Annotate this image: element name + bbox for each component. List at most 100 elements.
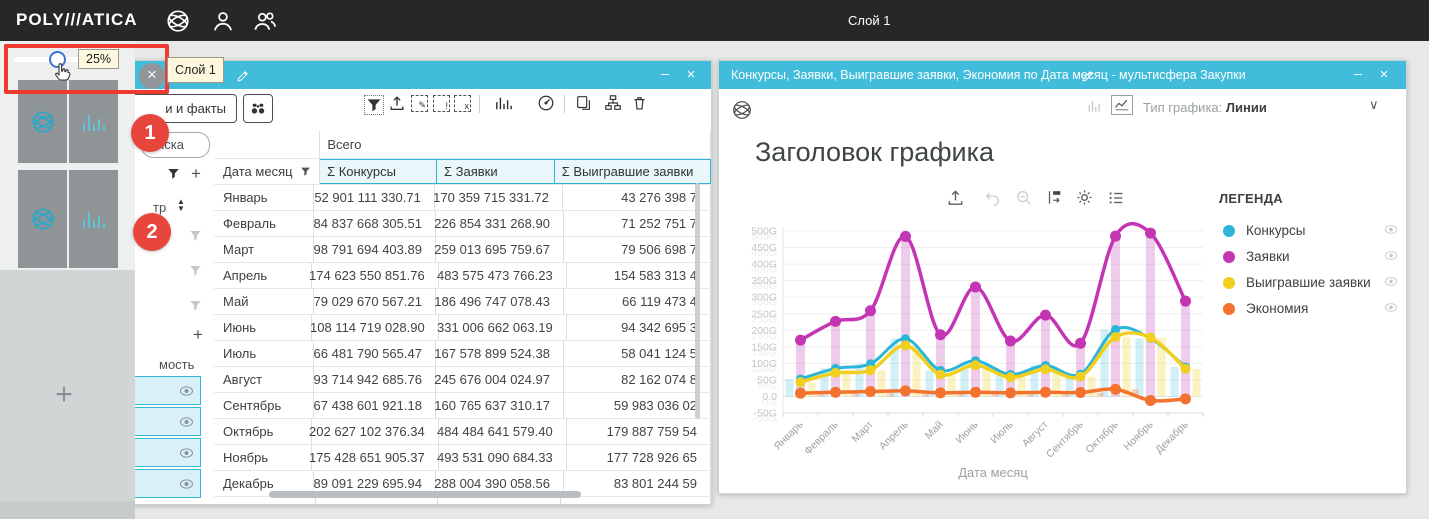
chart-title[interactable]: Заголовок графика [755,137,994,168]
value-cell[interactable]: 226 854 331 268.90 [436,211,564,236]
table-row[interactable]: Июнь108 114 719 028.90331 006 662 063.19… [214,315,711,341]
minimize-button[interactable]: – [1350,65,1366,81]
undo-icon[interactable] [983,189,1001,207]
column-header[interactable]: Σ Конкурсы [320,159,437,184]
row-label-cell[interactable]: Апрель [214,263,312,288]
add-layer-panel[interactable]: + [0,270,135,501]
data-point[interactable] [1111,332,1121,342]
legend-item[interactable]: Экономия [1223,299,1398,319]
eye-icon[interactable] [1384,302,1398,313]
table-row[interactable]: Июль66 481 790 565.47167 578 899 524.385… [214,341,711,367]
data-point[interactable] [865,386,876,397]
data-point[interactable] [1145,395,1156,406]
data-point[interactable] [830,316,841,327]
data-point[interactable] [901,340,911,350]
trash-icon[interactable] [631,94,648,112]
data-point[interactable] [1040,310,1051,321]
value-cell[interactable]: 71 252 751 7 [564,211,711,236]
horizontal-scrollbar[interactable] [269,491,581,498]
row-label-cell[interactable]: Ноябрь [214,445,312,470]
value-cell[interactable]: 67 438 601 921.18 [314,393,436,418]
table-row[interactable]: Май79 029 670 567.21186 496 747 078.4366… [214,289,711,315]
row-label-cell[interactable]: Май [214,289,314,314]
table-total-row[interactable]: Всего1 293 080 733 0303 497 347 288 4431… [214,497,711,504]
data-point[interactable] [1146,333,1156,343]
data-point[interactable] [1075,387,1086,398]
table-row[interactable]: Февраль84 837 668 305.51226 854 331 268.… [214,211,711,237]
value-cell[interactable]: 108 114 719 028.90 [312,315,439,340]
gear-icon[interactable] [1075,188,1094,207]
value-cell[interactable]: 93 714 942 685.76 [314,367,436,392]
binoculars-search-button[interactable] [243,94,273,123]
data-point[interactable] [1040,387,1051,398]
table-row[interactable]: Апрель174 623 550 851.76483 575 473 766.… [214,263,711,289]
filter-slot-icon[interactable] [189,299,202,312]
rename-pencil-icon[interactable] [1081,69,1096,84]
add-dimension-icon[interactable]: + [191,164,201,184]
table-row[interactable]: Октябрь202 627 102 376.34484 484 641 579… [214,419,711,445]
data-point[interactable] [1041,364,1051,374]
value-cell[interactable]: 59 983 036 02 [564,393,711,418]
data-point[interactable] [1076,372,1086,382]
data-point[interactable] [796,377,806,387]
layer-thumbnail-2[interactable] [18,170,118,268]
chart-canvas[interactable]: 500G500G450G450G400G400G350G350G300G300G… [741,213,1211,491]
value-cell[interactable]: 160 765 637 310.17 [436,393,564,418]
eye-icon[interactable] [1384,276,1398,287]
important-mark-icon[interactable]: ! [433,95,450,112]
value-cell[interactable]: 154 583 313 4 [567,263,711,288]
add-layer-button[interactable]: + [34,378,94,412]
gauge-view-icon[interactable] [537,94,555,112]
value-cell[interactable]: 3 497 347 288 443 [438,497,560,504]
eye-icon[interactable] [179,447,194,459]
legend-item[interactable]: Конкурсы [1223,221,1398,241]
value-cell[interactable]: 174 623 550 851.76 [312,263,439,288]
filter-slot-icon[interactable] [189,264,202,277]
eye-icon[interactable] [1384,250,1398,261]
data-point[interactable] [935,329,946,340]
value-cell[interactable]: 84 837 668 305.51 [314,211,436,236]
sphere-icon[interactable] [731,99,753,121]
value-cell[interactable]: 186 496 747 078.43 [436,289,564,314]
data-point[interactable] [1180,296,1191,307]
column-filter-icon[interactable] [300,166,311,177]
value-cell[interactable]: 79 506 698 7 [564,237,711,262]
data-point[interactable] [1110,231,1121,242]
data-point[interactable] [1075,338,1086,349]
value-cell[interactable]: 331 006 662 063.19 [439,315,567,340]
value-cell[interactable]: 83 801 244 59 [564,471,711,496]
value-cell[interactable]: 245 676 004 024.97 [436,367,564,392]
data-point[interactable] [1110,384,1121,395]
panel-swap-icon[interactable] [1045,188,1063,207]
clear-mark-icon[interactable]: x [454,95,471,112]
data-point[interactable] [1181,364,1191,374]
data-point[interactable] [1180,393,1191,404]
chart-view-icon[interactable] [494,94,514,112]
value-cell[interactable]: 177 728 926 65 [567,445,711,470]
value-cell[interactable]: 170 359 715 331.72 [435,185,563,210]
column-header[interactable]: Σ Заявки [437,159,555,184]
filter-icon[interactable] [364,95,384,115]
table-row[interactable]: Январь52 901 111 330.71170 359 715 331.7… [214,185,711,211]
data-point[interactable] [831,368,841,378]
data-point[interactable] [1006,372,1016,382]
spheres-globe-icon[interactable] [165,8,191,34]
data-point[interactable] [866,365,876,375]
legend-item[interactable]: Выигравшие заявки [1223,273,1398,293]
table-row[interactable]: Ноябрь175 428 651 905.37493 531 090 684.… [214,445,711,471]
value-cell[interactable]: 1 293 080 733 030 [316,497,438,504]
add-fact-icon[interactable]: + [193,325,203,345]
value-cell[interactable]: 94 342 695 3 [567,315,711,340]
vertical-scrollbar[interactable] [695,183,700,419]
value-cell[interactable]: 484 484 641 579.40 [439,419,567,444]
column-header[interactable]: Σ Выигравшие заявки [555,159,711,184]
chart-window-titlebar[interactable]: Конкурсы, Заявки, Выигравшие заявки, Эко… [719,61,1406,89]
close-button[interactable]: × [683,66,699,83]
minimize-button[interactable]: – [657,65,673,81]
row-label-cell[interactable]: Февраль [214,211,314,236]
value-cell[interactable]: 259 013 695 759.67 [436,237,564,262]
data-point[interactable] [900,385,911,396]
row-label-cell[interactable]: Всего [214,497,316,504]
zoom-reset-icon[interactable] [1015,189,1033,207]
data-point[interactable] [970,387,981,398]
